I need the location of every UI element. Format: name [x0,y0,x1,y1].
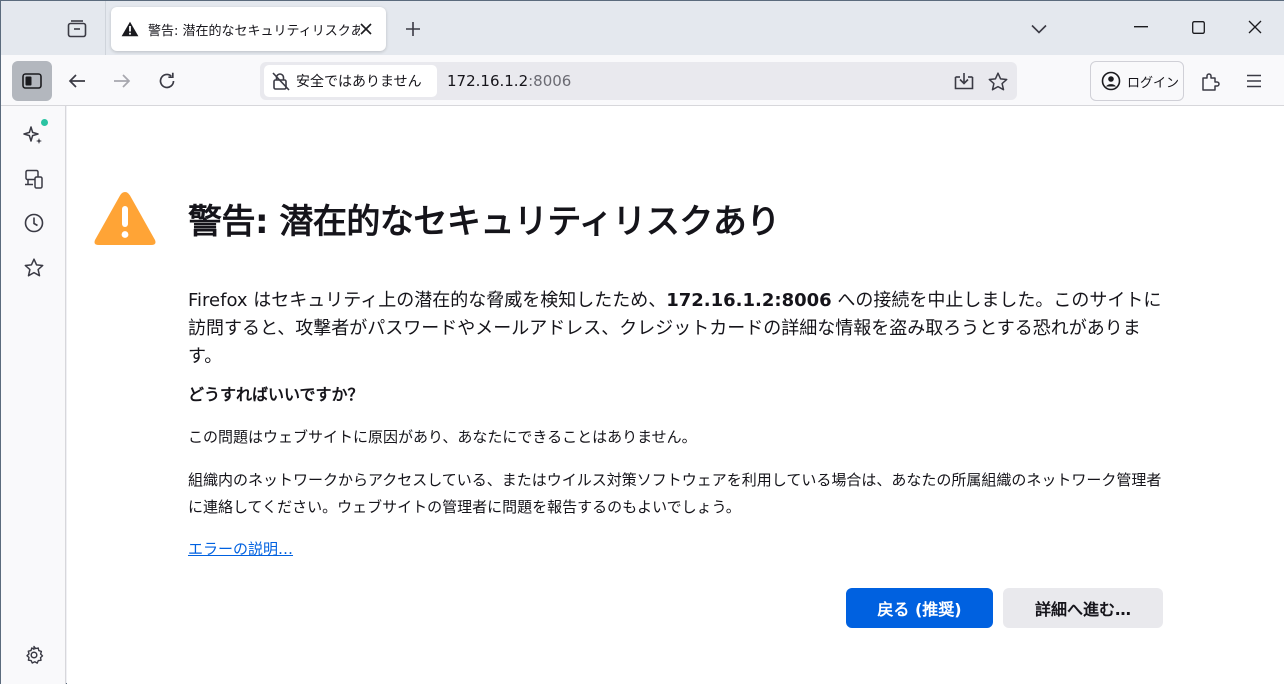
gear-icon [26,645,44,664]
list-all-tabs-button[interactable] [1025,15,1053,43]
tab-title: 警告: 潜在的なセキュリティリスクあり [148,23,360,39]
url-host: 172.16.1.2 [447,72,529,90]
arrow-left-icon [68,74,85,88]
login-label: ログイン [1127,75,1180,91]
arrow-right-icon [114,74,131,88]
tab-close-button[interactable] [356,19,376,39]
sparkle-icon [23,126,42,144]
sidebar-toggle-button[interactable] [12,61,52,101]
history-button[interactable] [17,206,51,240]
synced-devices-icon [25,169,43,189]
url-bar[interactable]: 安全ではありません 172.16.1.2:8006 [260,62,1017,100]
close-icon [1248,20,1262,34]
synced-tabs-button[interactable] [17,162,51,196]
error-intro: Firefox はセキュリティ上の潜在的な脅威を検知したため、172.16.1.… [188,287,1168,371]
forward-button[interactable] [104,63,140,99]
url-text[interactable]: 172.16.1.2:8006 [447,72,571,90]
bookmark-star-button[interactable] [985,68,1011,94]
chevron-down-icon [1031,24,1047,34]
new-tab-button[interactable] [399,15,427,43]
page-download-button[interactable] [951,68,977,94]
back-button[interactable] [59,63,95,99]
extensions-button[interactable] [1192,63,1228,99]
identity-label: 安全ではありません [296,74,422,90]
notification-dot [41,119,48,126]
clock-icon [24,213,44,233]
customize-sidebar-button[interactable] [17,638,51,672]
ai-chatbot-button[interactable] [17,118,51,152]
reload-icon [159,72,175,89]
login-button[interactable]: ログイン [1090,61,1184,101]
tab-active[interactable]: 警告: 潜在的なセキュリティリスクあり [111,7,386,51]
minimize-button[interactable] [1121,9,1161,45]
star-icon [24,257,44,276]
advanced-button[interactable]: 詳細へ進む… [1003,588,1163,628]
navigation-toolbar: 安全ではありません 172.16.1.2:8006 ログイン [1,55,1284,106]
url-port: :8006 [528,72,572,90]
error-page: 警告: 潜在的なセキュリティリスクあり Firefox はセキュリティ上の潜在的… [67,106,1284,684]
problem-explanation: この問題はウェブサイトに原因があり、あなたにできることはありません。 [188,428,697,446]
tab-manager-button[interactable] [59,13,95,45]
maximize-button[interactable] [1178,9,1218,45]
hamburger-menu-icon [1247,74,1261,88]
insecure-lock-icon [272,71,290,91]
what-to-do-heading: どうすればいいですか？ [188,385,364,404]
plus-icon [406,22,420,36]
tab-strip: 警告: 潜在的なセキュリティリスクあり [1,1,1284,55]
warning-icon [121,21,139,37]
browser-window: 警告: 潜在的なセキュリティリスクあり 安全ではありません 172.16.1.2… [0,0,1284,684]
intro-host: 172.16.1.2:8006 [666,290,832,311]
download-icon [954,73,974,90]
puzzle-icon [1202,73,1220,91]
page-title: 警告: 潜在的なセキュリティリスクあり [188,202,780,242]
tab-separator [105,1,106,55]
error-details-link[interactable]: エラーの説明… [188,538,293,559]
reload-button[interactable] [149,63,185,99]
site-identity-button[interactable]: 安全ではありません [264,65,437,97]
app-menu-button[interactable] [1236,63,1272,99]
maximize-icon [1191,20,1205,34]
bookmarks-button[interactable] [17,250,51,284]
network-admin-advice: 組織内のネットワークからアクセスしている、またはウイルス対策ソフトウェアを利用し… [188,471,1162,516]
close-window-button[interactable] [1235,9,1275,45]
sidebar-icon [22,73,42,89]
go-back-button[interactable]: 戻る (推奨) [846,588,993,628]
account-icon [1101,71,1121,91]
star-icon [988,71,1008,90]
sidebar [1,106,66,684]
tab-manager-icon [67,20,87,38]
warning-icon [94,192,156,245]
minimize-icon [1134,26,1148,28]
intro-text-before: Firefox はセキュリティ上の潜在的な脅威を検知したため、 [188,290,667,311]
close-icon [360,23,372,35]
